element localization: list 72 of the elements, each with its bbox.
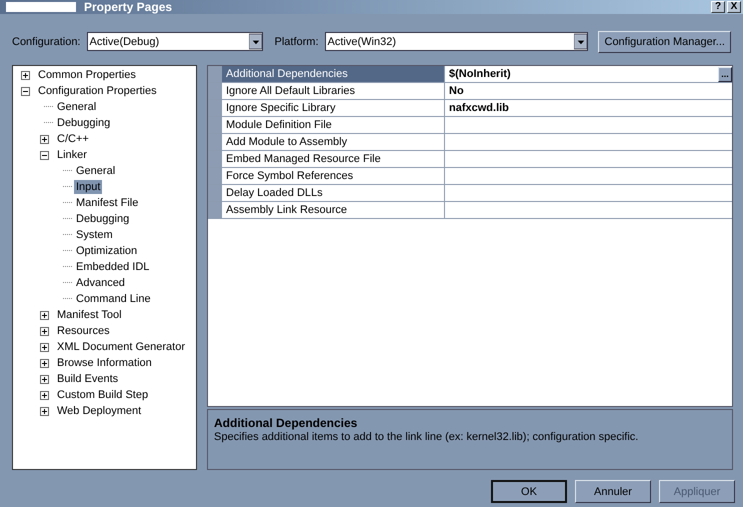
tree-item[interactable]: Command Line	[74, 292, 153, 306]
window-title: Property Pages	[84, 0, 172, 14]
dropdown-arrow-icon	[248, 33, 262, 50]
tree-item[interactable]: Advanced	[74, 276, 127, 290]
description-title: Additional Dependencies	[214, 416, 358, 430]
tree-item[interactable]: Manifest File	[74, 196, 140, 210]
expand-icon[interactable]	[40, 406, 49, 416]
property-value[interactable]: No	[449, 85, 732, 97]
tree-item[interactable]: Build Events	[55, 372, 120, 386]
dialog-button[interactable]: OK	[491, 480, 567, 503]
tree-connector	[44, 106, 53, 108]
tree-item[interactable]: General	[55, 100, 98, 114]
tree-item[interactable]: Web Deployment	[55, 404, 144, 418]
property-name[interactable]: Add Module to Assembly	[222, 134, 445, 150]
property-name[interactable]: Assembly Link Resource	[222, 202, 445, 218]
tree-connector	[63, 218, 72, 220]
property-value[interactable]: $(NoInherit)	[449, 68, 718, 80]
tree-item[interactable]: Configuration Properties	[36, 84, 159, 98]
tree-connector	[63, 266, 72, 268]
tree-item[interactable]: System	[74, 228, 115, 242]
dropdown-arrow-icon	[574, 33, 588, 50]
tree-item[interactable]: Input	[74, 180, 102, 194]
property-name[interactable]: Embed Managed Resource File	[222, 151, 445, 167]
tree-connector	[63, 202, 72, 204]
tree-connector	[63, 282, 72, 284]
configuration-dropdown[interactable]: Active(Debug)	[86, 32, 262, 51]
collapse-icon[interactable]	[40, 150, 49, 160]
tree-item[interactable]: Optimization	[74, 244, 140, 258]
tree-item[interactable]: Manifest Tool	[55, 308, 124, 322]
collapse-icon[interactable]	[21, 86, 30, 96]
expand-icon[interactable]	[40, 310, 49, 320]
property-name[interactable]: Additional Dependencies	[222, 66, 445, 82]
tree-item[interactable]: Debugging	[74, 212, 132, 226]
tree-item[interactable]: General	[74, 164, 118, 178]
tree-item[interactable]: Common Properties	[36, 68, 138, 82]
configuration-label: Configuration:	[12, 36, 80, 48]
property-name[interactable]: Force Symbol References	[222, 168, 445, 184]
property-name[interactable]: Module Definition File	[222, 117, 445, 133]
platform-label: Platform:	[274, 36, 319, 48]
tree-item[interactable]: C/C++	[55, 132, 91, 146]
expand-icon[interactable]	[40, 390, 49, 400]
description-text: Specifies additional items to add to the link line (ex: kernel32.lib); configuration specific.	[214, 431, 640, 443]
browse-button[interactable]: ...	[718, 66, 732, 82]
close-button[interactable]: X	[727, 1, 741, 13]
help-button[interactable]: ?	[711, 1, 725, 13]
expand-icon[interactable]	[40, 374, 49, 384]
tree-connector	[63, 234, 72, 236]
dialog-button[interactable]: Annuler	[575, 480, 651, 503]
property-name[interactable]: Ignore All Default Libraries	[222, 83, 445, 99]
tree-connector	[63, 170, 72, 172]
tree-connector	[63, 298, 72, 300]
expand-icon[interactable]	[40, 342, 49, 352]
tree-item[interactable]: Debugging	[55, 116, 112, 130]
tree-connector	[63, 250, 72, 252]
expand-icon[interactable]	[40, 134, 49, 144]
tree-item[interactable]: Custom Build Step	[55, 388, 150, 402]
tree-connector	[63, 186, 72, 188]
property-name[interactable]: Delay Loaded DLLs	[222, 185, 445, 201]
expand-icon[interactable]	[21, 70, 30, 80]
property-value[interactable]: nafxcwd.lib	[449, 102, 732, 114]
expand-icon[interactable]	[40, 358, 49, 368]
tree-item[interactable]: Resources	[55, 324, 112, 338]
tree-connector	[44, 122, 53, 124]
configuration-manager-button[interactable]: Configuration Manager...	[598, 30, 731, 52]
platform-dropdown[interactable]: Active(Win32)	[324, 32, 588, 51]
tree-item[interactable]: Browse Information	[55, 356, 154, 370]
property-name[interactable]: Ignore Specific Library	[222, 100, 445, 116]
redacted-box	[6, 2, 76, 12]
tree-item[interactable]: Linker	[55, 148, 89, 162]
tree-item[interactable]: Embedded IDL	[74, 260, 152, 274]
expand-icon[interactable]	[40, 326, 49, 336]
tree-item[interactable]: XML Document Generator	[55, 340, 187, 354]
